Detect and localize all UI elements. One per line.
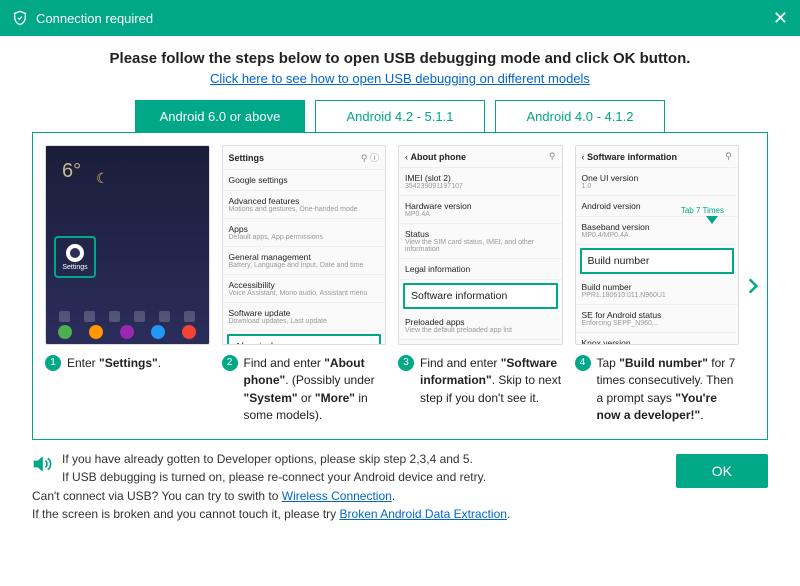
step-number-3: 3: [398, 355, 414, 371]
step-caption-1: 1Enter "Settings".: [45, 355, 210, 372]
step-caption-4: 4Tap "Build number" for 7 times consecut…: [575, 355, 740, 425]
highlight-3: Software information: [403, 283, 558, 309]
highlight-2: About phone: [227, 334, 382, 345]
phone-mock-1: 6°☾Settings: [45, 145, 210, 345]
footer: OK If you have already gotten to Develop…: [0, 440, 800, 532]
step-1: 6°☾Settings 1Enter "Settings".: [45, 145, 210, 425]
close-icon[interactable]: ✕: [773, 8, 788, 29]
tab-1[interactable]: Android 4.2 - 5.1.1: [315, 100, 485, 132]
steps-panel: 6°☾Settings 1Enter "Settings". Settings⚲ ⓘ…: [32, 132, 768, 440]
settings-tile: Settings: [54, 236, 96, 278]
ok-button[interactable]: OK: [676, 454, 768, 488]
help-link[interactable]: Click here to see how to open USB debugg…: [210, 71, 590, 86]
shield-icon: [12, 10, 28, 26]
tab-2[interactable]: Android 4.0 - 4.1.2: [495, 100, 665, 132]
gear-icon: [66, 244, 84, 262]
highlight-4: Build number: [580, 248, 735, 274]
footer-line2: If USB debugging is turned on, please re…: [62, 468, 768, 487]
step-3: ‹ About phone⚲IMEI (slot 2)3542390911971…: [398, 145, 563, 425]
wireless-connection-link[interactable]: Wireless Connection: [282, 489, 392, 503]
step-4: ‹ Software information⚲One UI version1.0…: [575, 145, 740, 425]
phone-mock-4: ‹ Software information⚲One UI version1.0…: [575, 145, 740, 345]
footer-line4: If the screen is broken and you cannot t…: [32, 505, 768, 524]
next-arrow-icon[interactable]: [743, 272, 763, 300]
page-title: Please follow the steps below to open US…: [20, 50, 780, 67]
step-caption-2: 2Find and enter "About phone". (Possibly…: [222, 355, 387, 425]
broken-android-link[interactable]: Broken Android Data Extraction: [340, 507, 507, 521]
phone-mock-2: Settings⚲ ⓘGoogle settingsAdvanced featu…: [222, 145, 387, 345]
step-caption-3: 3Find and enter "Software information". …: [398, 355, 563, 407]
step-number-1: 1: [45, 355, 61, 371]
footer-line1: If you have already gotten to Developer …: [62, 450, 768, 469]
titlebar-title: Connection required: [36, 11, 153, 26]
step-number-2: 2: [222, 355, 238, 371]
tabs: Android 6.0 or above Android 4.2 - 5.1.1 A…: [0, 94, 800, 132]
titlebar: Connection required ✕: [0, 0, 800, 36]
tab-0[interactable]: Android 6.0 or above: [135, 100, 305, 132]
step-number-4: 4: [575, 355, 591, 371]
phone-mock-3: ‹ About phone⚲IMEI (slot 2)3542390911971…: [398, 145, 563, 345]
footer-line3: Can't connect via USB? You can try to sw…: [32, 487, 768, 506]
speaker-icon: [32, 454, 52, 474]
header: Please follow the steps below to open US…: [0, 36, 800, 94]
step-2: Settings⚲ ⓘGoogle settingsAdvanced featu…: [222, 145, 387, 425]
